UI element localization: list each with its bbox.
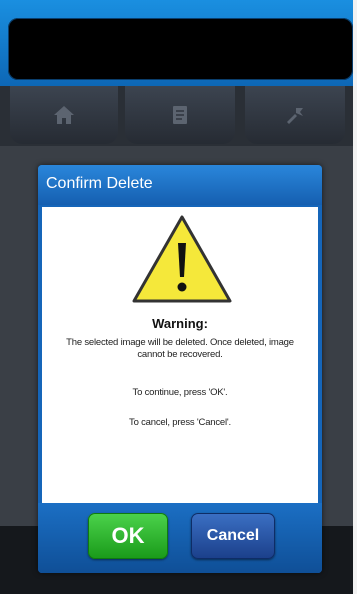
confirm-delete-dialog: Confirm Delete Warning: The selected ima… xyxy=(38,165,322,573)
dialog-title: Confirm Delete xyxy=(46,175,153,192)
tab-document[interactable] xyxy=(125,86,235,144)
status-display xyxy=(8,18,353,80)
continue-instruction: To continue, press 'OK'. xyxy=(132,387,228,398)
cancel-button[interactable]: Cancel xyxy=(191,513,275,559)
dialog-body: Warning: The selected image will be dele… xyxy=(42,207,318,503)
warning-message: The selected image will be deleted. Once… xyxy=(66,337,294,360)
home-icon xyxy=(52,104,76,126)
warning-triangle-icon xyxy=(130,213,234,305)
tab-bar xyxy=(0,86,353,146)
tab-home[interactable] xyxy=(10,86,118,144)
document-icon xyxy=(171,104,189,126)
warning-heading: Warning: xyxy=(152,316,208,331)
dialog-title-bar: Confirm Delete xyxy=(38,165,322,205)
ok-button[interactable]: OK xyxy=(88,513,168,559)
cancel-instruction: To cancel, press 'Cancel'. xyxy=(129,417,231,428)
tools-icon xyxy=(283,104,307,126)
dialog-button-bar: OK Cancel xyxy=(38,503,322,573)
tab-tools[interactable] xyxy=(245,86,345,144)
